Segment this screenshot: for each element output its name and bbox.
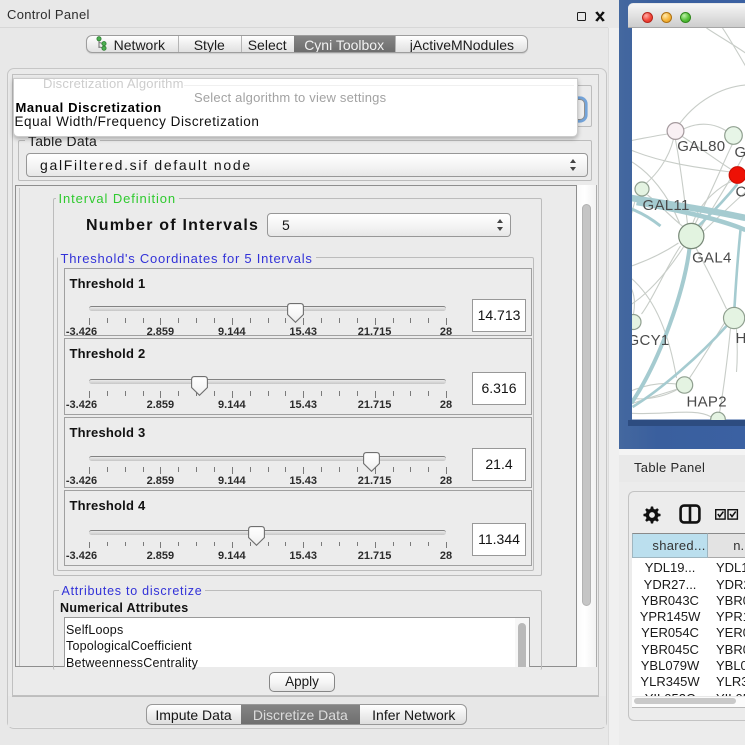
svg-text:GAL80: GAL80 <box>677 138 725 155</box>
svg-text:H: H <box>735 330 745 347</box>
svg-text:GA: GA <box>734 144 745 161</box>
svg-text:GCY1: GCY1 <box>632 332 670 349</box>
svg-text:GAL4: GAL4 <box>692 250 732 267</box>
svg-text:GAL11: GAL11 <box>642 197 689 214</box>
svg-text:HAP2: HAP2 <box>686 394 726 411</box>
svg-text:C: C <box>735 184 745 201</box>
